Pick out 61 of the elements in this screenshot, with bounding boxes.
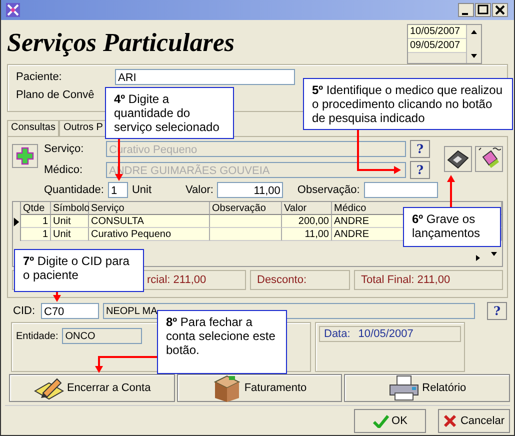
entity-label: Entidade: — [16, 330, 58, 342]
instruction-tooltip: 7º Digite o CID para o paciente — [14, 249, 144, 292]
tab[interactable]: Outros P — [59, 120, 107, 136]
instruction-tooltip: 8º Para fechar a conta selecione este botão. — [157, 310, 287, 374]
printer-icon — [388, 375, 420, 401]
instruction-tooltip: 6º Grave os lançamentos — [403, 207, 501, 247]
column-header[interactable]: Qtde — [21, 202, 51, 215]
column-header[interactable]: Serviço — [89, 202, 210, 215]
plus-icon — [16, 147, 34, 165]
desk-icon — [212, 374, 242, 402]
arrow — [357, 130, 401, 174]
plan-label: Plano de Convê — [16, 89, 94, 101]
tab[interactable]: Consultas — [7, 120, 60, 136]
search-button[interactable]: ? — [487, 302, 507, 320]
value-label: Valor: — [186, 184, 214, 196]
date-item[interactable]: 10/05/2007 — [408, 25, 466, 39]
minimize-icon[interactable] — [458, 3, 474, 17]
date-value: 10/05/2007 — [358, 328, 414, 340]
quantity-label: Quantidade: — [44, 184, 104, 196]
patient-label: Paciente: — [16, 71, 63, 83]
cid-field[interactable]: C70 — [41, 303, 99, 319]
cid-label: CID: — [13, 305, 36, 317]
app-icon — [5, 2, 21, 18]
service-label: Serviço: — [44, 143, 85, 155]
date-item[interactable]: 09/05/2007 — [408, 39, 466, 53]
form-title: Serviços Particulares — [7, 28, 234, 58]
table-cell: 11,00 — [282, 228, 332, 241]
table-cell: Curativo Pequeno — [89, 228, 210, 241]
doctor-label: Médico: — [44, 164, 84, 176]
eraser-icon — [477, 147, 501, 171]
unit-label: Unit — [132, 184, 152, 196]
observation-label: Observação: — [297, 184, 360, 196]
observation-field[interactable] — [364, 182, 438, 198]
column-header[interactable]: Observação — [210, 202, 282, 215]
table-cell: 1 — [21, 228, 51, 241]
date-label: Data: — [324, 328, 350, 340]
cancel-button[interactable]: Cancelar — [438, 409, 510, 433]
instruction-tooltip: 4º Digite a quantidade do serviço selecionado — [105, 87, 234, 139]
ok-button[interactable]: OK — [354, 409, 426, 433]
instruction-tooltip: 5º Identifique o medico que realizou o procedimento clicando no botão de pesquisa indicado — [303, 78, 513, 130]
patient-field[interactable]: ARI — [115, 69, 295, 85]
checkmark-icon — [372, 414, 389, 428]
table-cell — [210, 228, 282, 241]
action-button[interactable]: Encerrar a Conta — [9, 374, 175, 402]
add-button[interactable] — [12, 144, 38, 168]
arrow — [447, 175, 455, 207]
action-button[interactable]: Faturamento — [176, 374, 342, 402]
total-box: Desconto: — [250, 270, 350, 290]
arrow — [95, 356, 157, 373]
close-icon[interactable] — [492, 3, 508, 17]
date-list[interactable]: 10/05/2007 09/05/2007 — [407, 24, 482, 64]
total-box: Total Final: 211,00 — [354, 270, 503, 290]
table-cell: Unit — [51, 228, 89, 241]
close-icon — [443, 414, 458, 428]
entity-field: ONCO — [62, 328, 142, 344]
maximize-icon[interactable] — [475, 3, 491, 17]
action-button[interactable]: Relatório — [344, 374, 510, 402]
column-header[interactable]: Valor — [282, 202, 332, 215]
clear-button[interactable] — [475, 146, 503, 172]
save-button[interactable] — [444, 146, 472, 172]
column-header[interactable]: Símbolo — [51, 202, 89, 215]
